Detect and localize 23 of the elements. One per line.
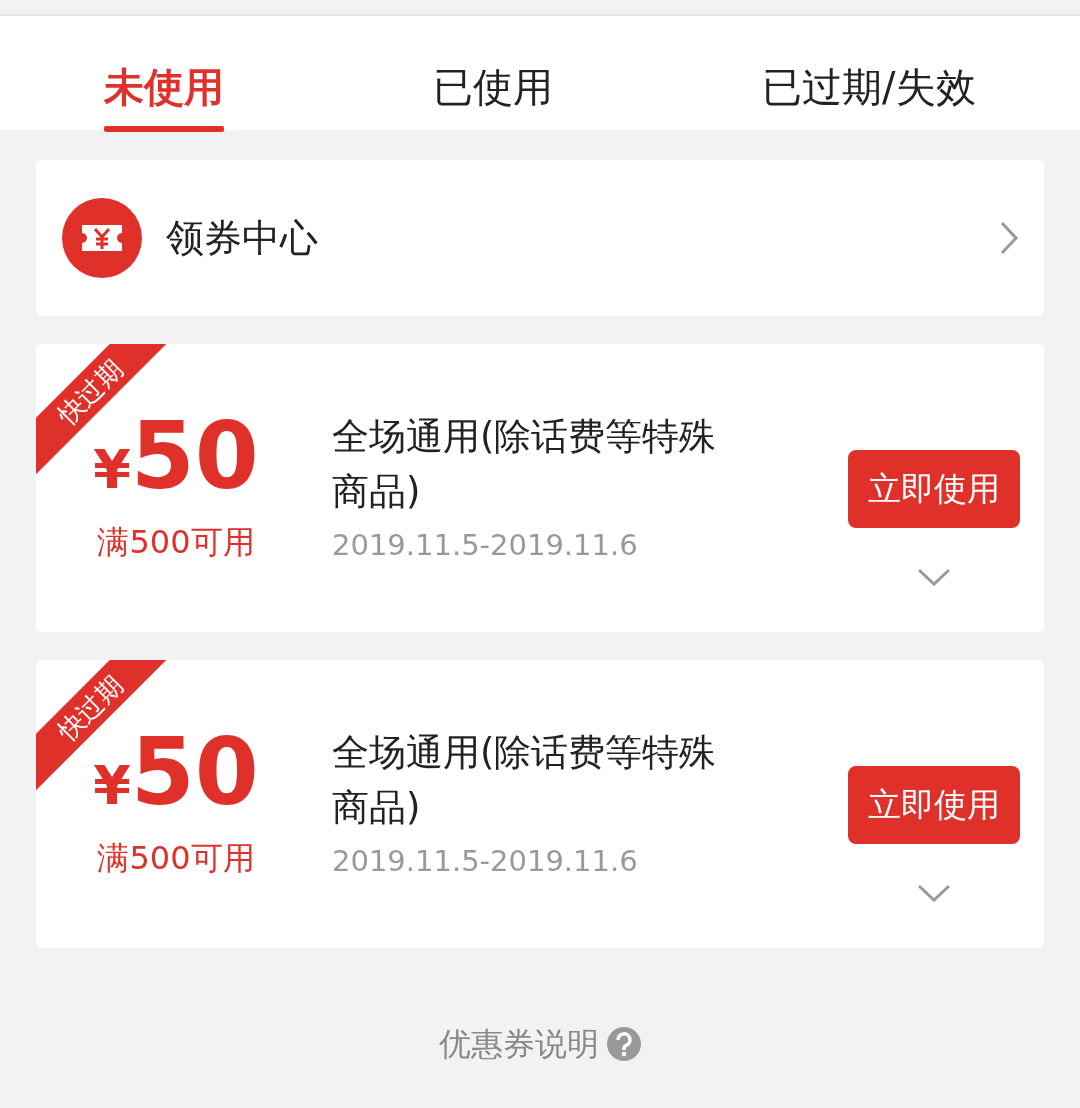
coupon-title: 全场通用(除话费等特殊商品) [332, 413, 718, 516]
coupon-amount: 50 [130, 726, 259, 819]
chevron-right-icon [1000, 221, 1018, 255]
coupon-condition: 满500可用 [97, 521, 255, 563]
coupon-info-link[interactable]: 优惠券说明 [439, 1020, 599, 1068]
ticket-icon [62, 198, 142, 278]
tab[interactable]: 未使用 [104, 16, 225, 132]
coupon-validity: 2019.11.5-2019.11.6 [332, 842, 639, 880]
tab[interactable]: 已过期/失效 [762, 16, 976, 132]
coupon-center-row[interactable]: 领券中心 [36, 160, 1044, 316]
use-now-button[interactable]: 立即使用 [848, 766, 1020, 844]
use-now-button[interactable]: 立即使用 [848, 450, 1020, 528]
coupon-validity: 2019.11.5-2019.11.6 [332, 526, 639, 564]
help-icon[interactable] [607, 1027, 641, 1061]
chevron-down-icon[interactable] [917, 883, 951, 902]
coupon-amount: 50 [130, 410, 259, 503]
coupon-condition: 满500可用 [97, 837, 255, 879]
chevron-down-icon[interactable] [917, 567, 951, 586]
coupon-center-label: 领券中心 [166, 214, 319, 262]
coupon-title: 全场通用(除话费等特殊商品) [332, 729, 718, 832]
currency-symbol: ¥ [93, 436, 131, 503]
tab[interactable]: 已使用 [433, 16, 554, 132]
currency-symbol: ¥ [93, 752, 131, 819]
